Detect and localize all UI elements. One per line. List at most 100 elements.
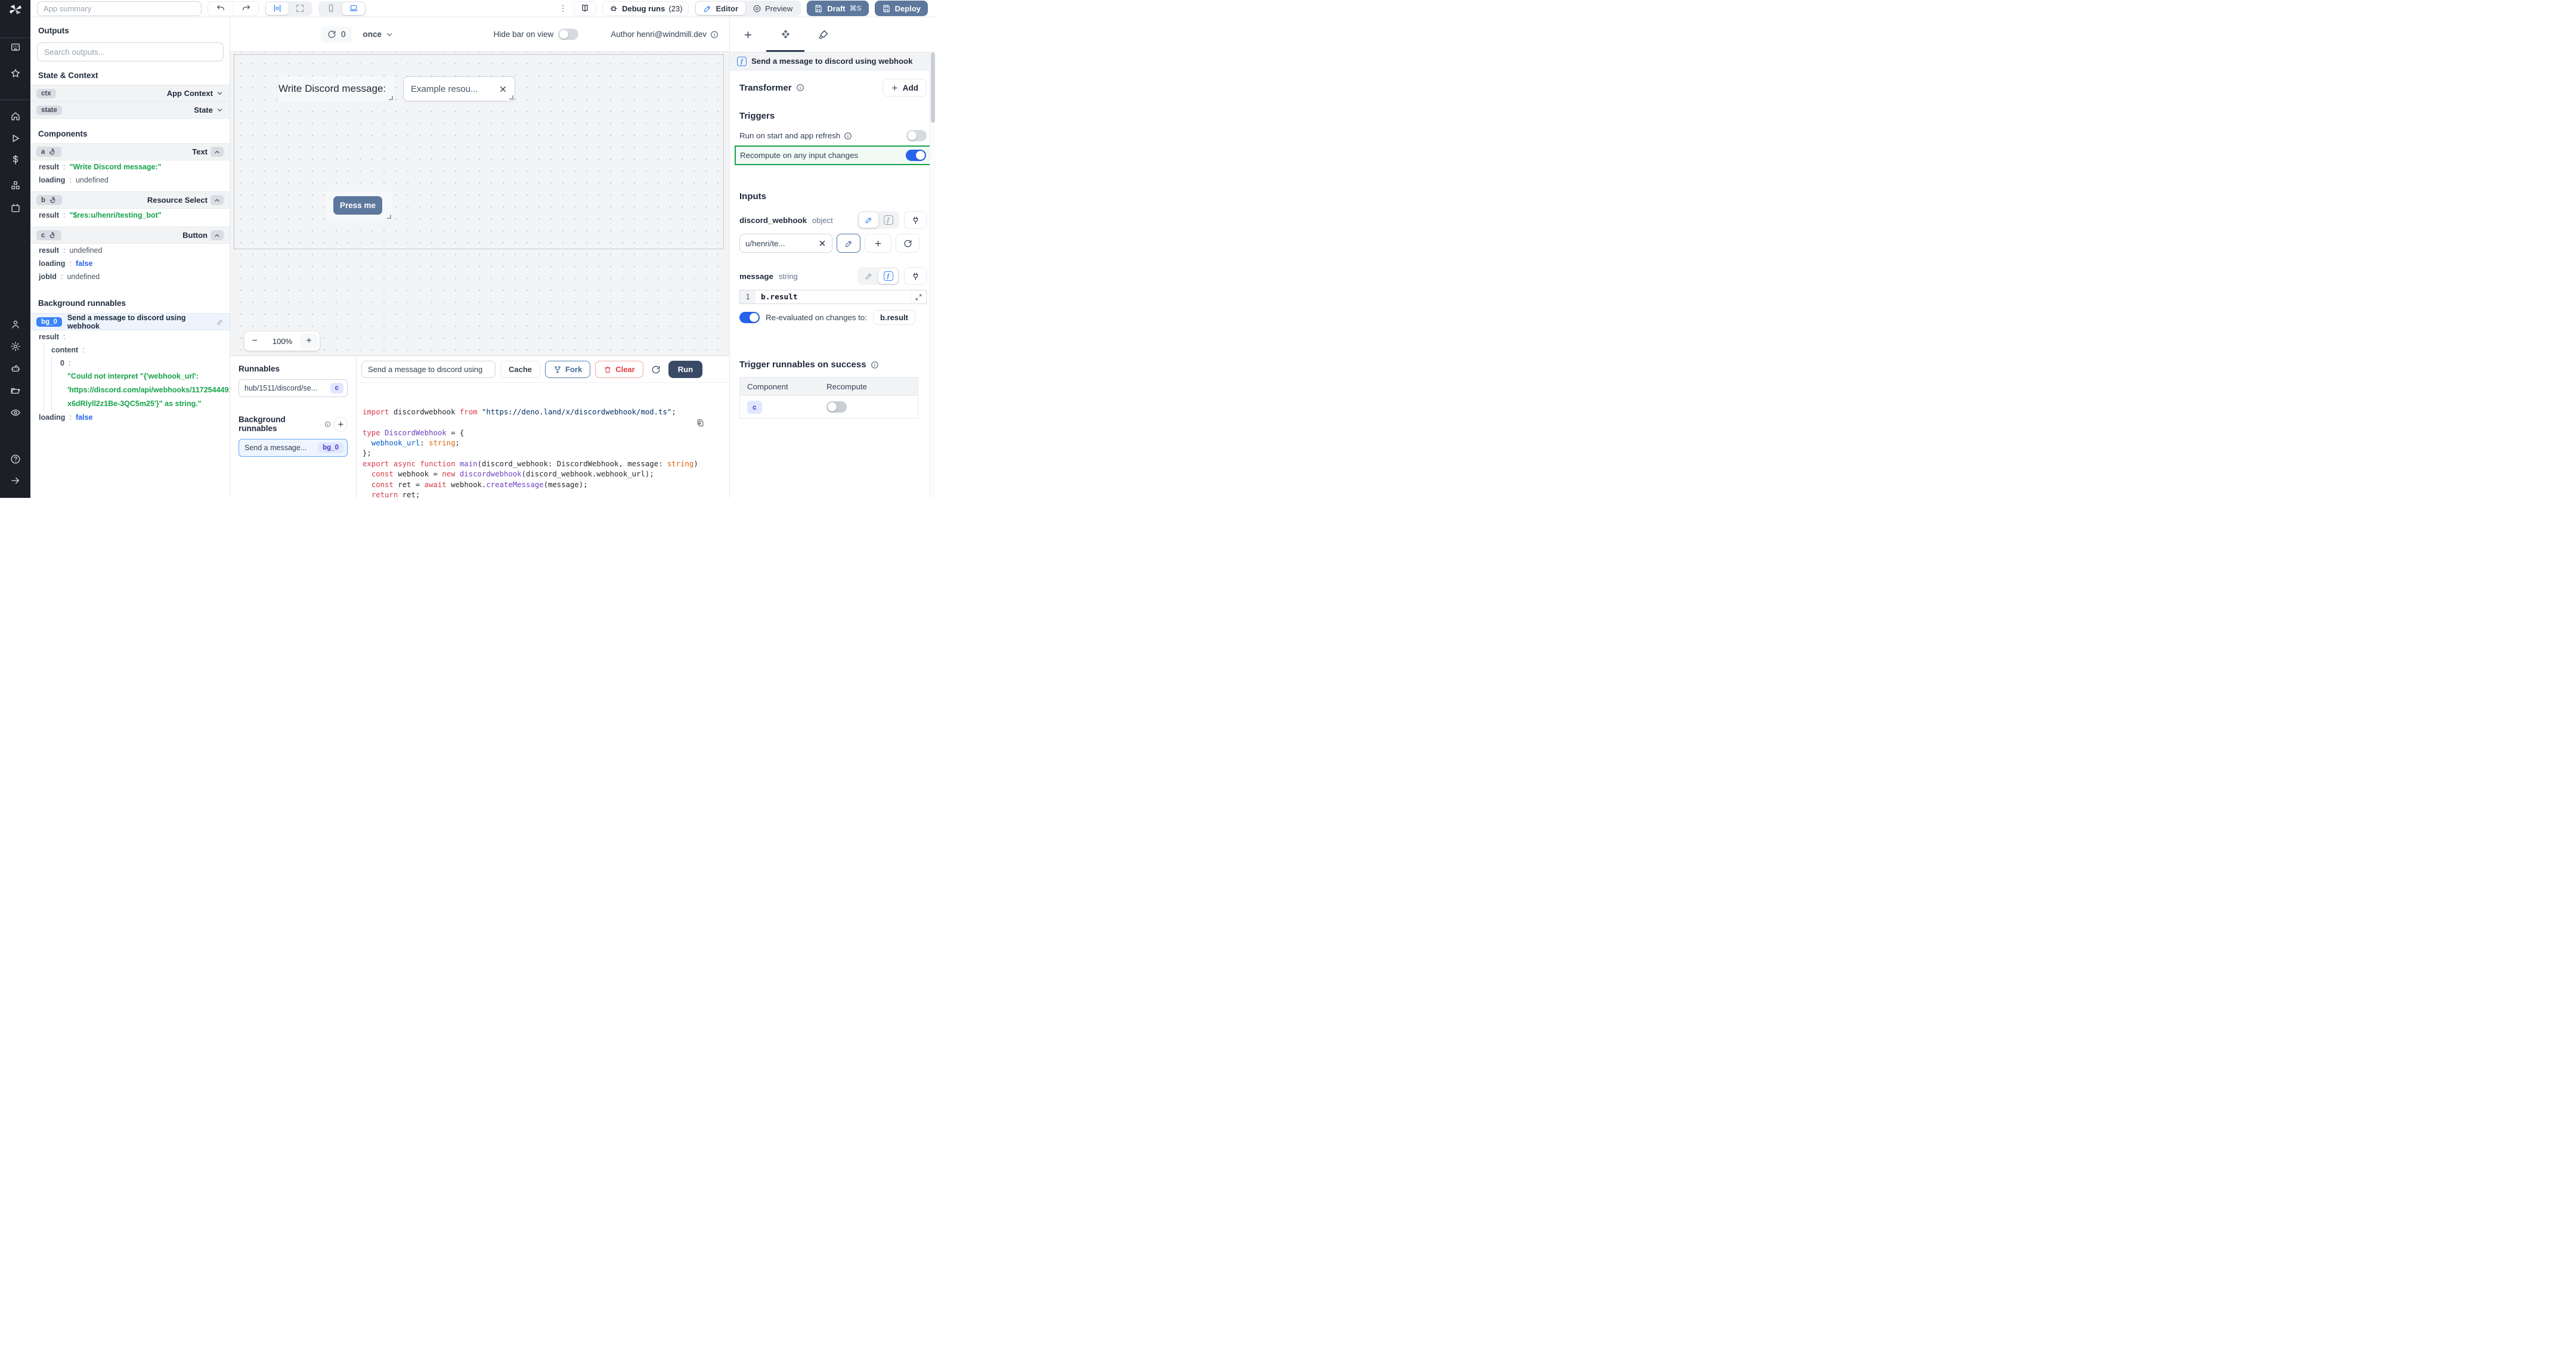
connect-plug-icon[interactable] [904, 211, 927, 229]
run-button[interactable]: Run [668, 361, 702, 378]
info-icon [710, 30, 719, 39]
resource-picker[interactable]: u/henri/te... [739, 234, 832, 253]
error-string-line: 'https://discord.com/api/webhooks/117254… [52, 383, 230, 397]
component-row-c[interactable]: c Button [30, 227, 230, 244]
css-brush-tab[interactable] [818, 29, 829, 40]
refresh-resource-button[interactable] [896, 234, 919, 253]
trash-icon [603, 366, 612, 374]
variables-dollar-icon[interactable] [10, 154, 21, 165]
info-icon [324, 421, 331, 428]
kebab-menu-icon[interactable] [558, 4, 568, 13]
resize-handle[interactable] [509, 95, 513, 100]
text-component[interactable]: Write Discord message: [278, 76, 394, 101]
favorites-star-icon[interactable] [10, 68, 21, 79]
runnable-item[interactable]: hub/1511/discord/se... c [239, 379, 348, 397]
script-name-input[interactable] [361, 361, 496, 378]
app-summary-input[interactable] [37, 1, 202, 16]
static-pencil-mode[interactable] [859, 268, 878, 284]
zoom-in-button[interactable]: + [300, 333, 318, 349]
expand-sidebar-arrow-icon[interactable] [10, 475, 21, 486]
press-me-button[interactable]: Press me [333, 196, 382, 215]
tab-preview[interactable]: Preview [745, 2, 800, 15]
frequency-dropdown[interactable]: once [363, 30, 394, 39]
background-runnable-item-selected[interactable]: Send a message... bg_0 [239, 439, 348, 457]
collapse-chevron-up-icon[interactable] [210, 147, 224, 157]
bg0-row[interactable]: bg_0 Send a message to discord using web… [30, 313, 230, 330]
fork-button[interactable]: Fork [545, 361, 590, 378]
refresh-code-button[interactable] [648, 361, 664, 378]
component-a-type: Text [192, 147, 224, 157]
draft-button[interactable]: Draft ⌘S [807, 1, 868, 16]
insert-component-tab[interactable] [743, 30, 753, 40]
help-icon[interactable] [10, 454, 21, 464]
scrollbar[interactable] [930, 52, 935, 498]
desktop-view-icon[interactable] [342, 2, 365, 15]
schedules-calendar-icon[interactable] [10, 203, 21, 213]
resize-handle[interactable] [389, 96, 393, 100]
workspace-building-icon[interactable] [10, 42, 21, 52]
recompute-on-input-toggle[interactable] [906, 150, 926, 161]
tab-editor[interactable]: Editor [696, 2, 745, 15]
code-editor-panel: Cache Fork Clear Run import discordwebho… [357, 355, 729, 498]
undo-button[interactable] [208, 2, 233, 16]
mobile-view-icon[interactable] [320, 2, 342, 15]
static-pencil-mode[interactable] [859, 212, 878, 228]
eval-function-mode[interactable]: f [878, 268, 898, 284]
deploy-button[interactable]: Deploy [875, 1, 928, 16]
zoom-out-button[interactable]: − [244, 332, 265, 351]
search-outputs-input[interactable] [37, 42, 224, 61]
add-resource-button[interactable] [865, 234, 891, 253]
fullscreen-icon[interactable] [289, 2, 311, 15]
reeval-target-chip[interactable]: b.result [873, 310, 915, 325]
run-on-start-toggle[interactable] [906, 130, 927, 141]
button-component-wrapper[interactable]: Press me [326, 191, 392, 220]
component-row-b[interactable]: b Resource Select [30, 191, 230, 209]
clear-x-icon[interactable] [499, 85, 507, 94]
hide-bar-toggle[interactable] [558, 29, 578, 40]
reeval-toggle[interactable] [739, 312, 760, 323]
workers-robot-icon[interactable] [10, 363, 21, 374]
resize-handle[interactable] [387, 215, 391, 219]
home-icon[interactable] [10, 111, 21, 122]
add-background-runnable-button[interactable] [333, 417, 348, 432]
edit-pencil-icon[interactable] [216, 318, 224, 326]
collapse-chevron-up-icon[interactable] [210, 230, 224, 240]
add-transformer-button[interactable]: Add [883, 79, 927, 97]
redo-button[interactable] [233, 2, 258, 16]
windmill-logo-icon[interactable] [8, 4, 23, 17]
recompute-c-toggle[interactable] [826, 401, 847, 413]
debug-runs-button[interactable]: Debug runs (23) [602, 1, 689, 16]
message-expression-editor[interactable]: 1 b.result [739, 290, 927, 304]
collapse-chevron-up-icon[interactable] [210, 195, 224, 205]
state-row[interactable]: state State [30, 101, 230, 119]
expand-editor-icon[interactable] [911, 290, 926, 303]
edit-resource-pencil-button[interactable] [837, 234, 860, 253]
app-canvas[interactable]: Write Discord message: Example resou... … [230, 52, 729, 355]
clear-button[interactable]: Clear [595, 361, 643, 378]
code-editor[interactable]: import discordwebhook from "https://deno… [357, 382, 729, 498]
resource-select-component[interactable]: Example resou... [403, 76, 515, 101]
state-type: State [194, 106, 224, 114]
copy-code-icon[interactable] [696, 398, 722, 448]
eval-function-mode[interactable]: f [878, 212, 898, 228]
folders-icon[interactable] [10, 385, 21, 396]
users-person-icon[interactable] [10, 319, 21, 330]
code-line: webhook_url: string; [363, 438, 729, 448]
settings-gear-icon[interactable] [10, 341, 21, 352]
cache-button[interactable]: Cache [500, 361, 540, 378]
ctx-id-chip: ctx [36, 89, 56, 98]
connect-plug-icon[interactable] [904, 267, 927, 285]
docs-book-button[interactable] [574, 1, 596, 16]
refresh-count-button[interactable]: 0 [321, 26, 352, 42]
runs-play-icon[interactable] [10, 133, 21, 144]
code-line: export async function main(discord_webho… [363, 459, 729, 469]
clear-x-icon[interactable] [818, 239, 826, 247]
ctx-row[interactable]: ctx App Context [30, 85, 230, 102]
component-row-a[interactable]: a Text [30, 143, 230, 160]
center-align-toggle[interactable] [266, 2, 289, 15]
audit-eye-icon[interactable] [10, 407, 21, 418]
settings-components-tab[interactable] [780, 29, 791, 41]
scrollbar-thumb[interactable] [931, 52, 935, 123]
output-field: loading: undefined [30, 174, 230, 187]
resources-cubes-icon[interactable] [10, 180, 21, 191]
